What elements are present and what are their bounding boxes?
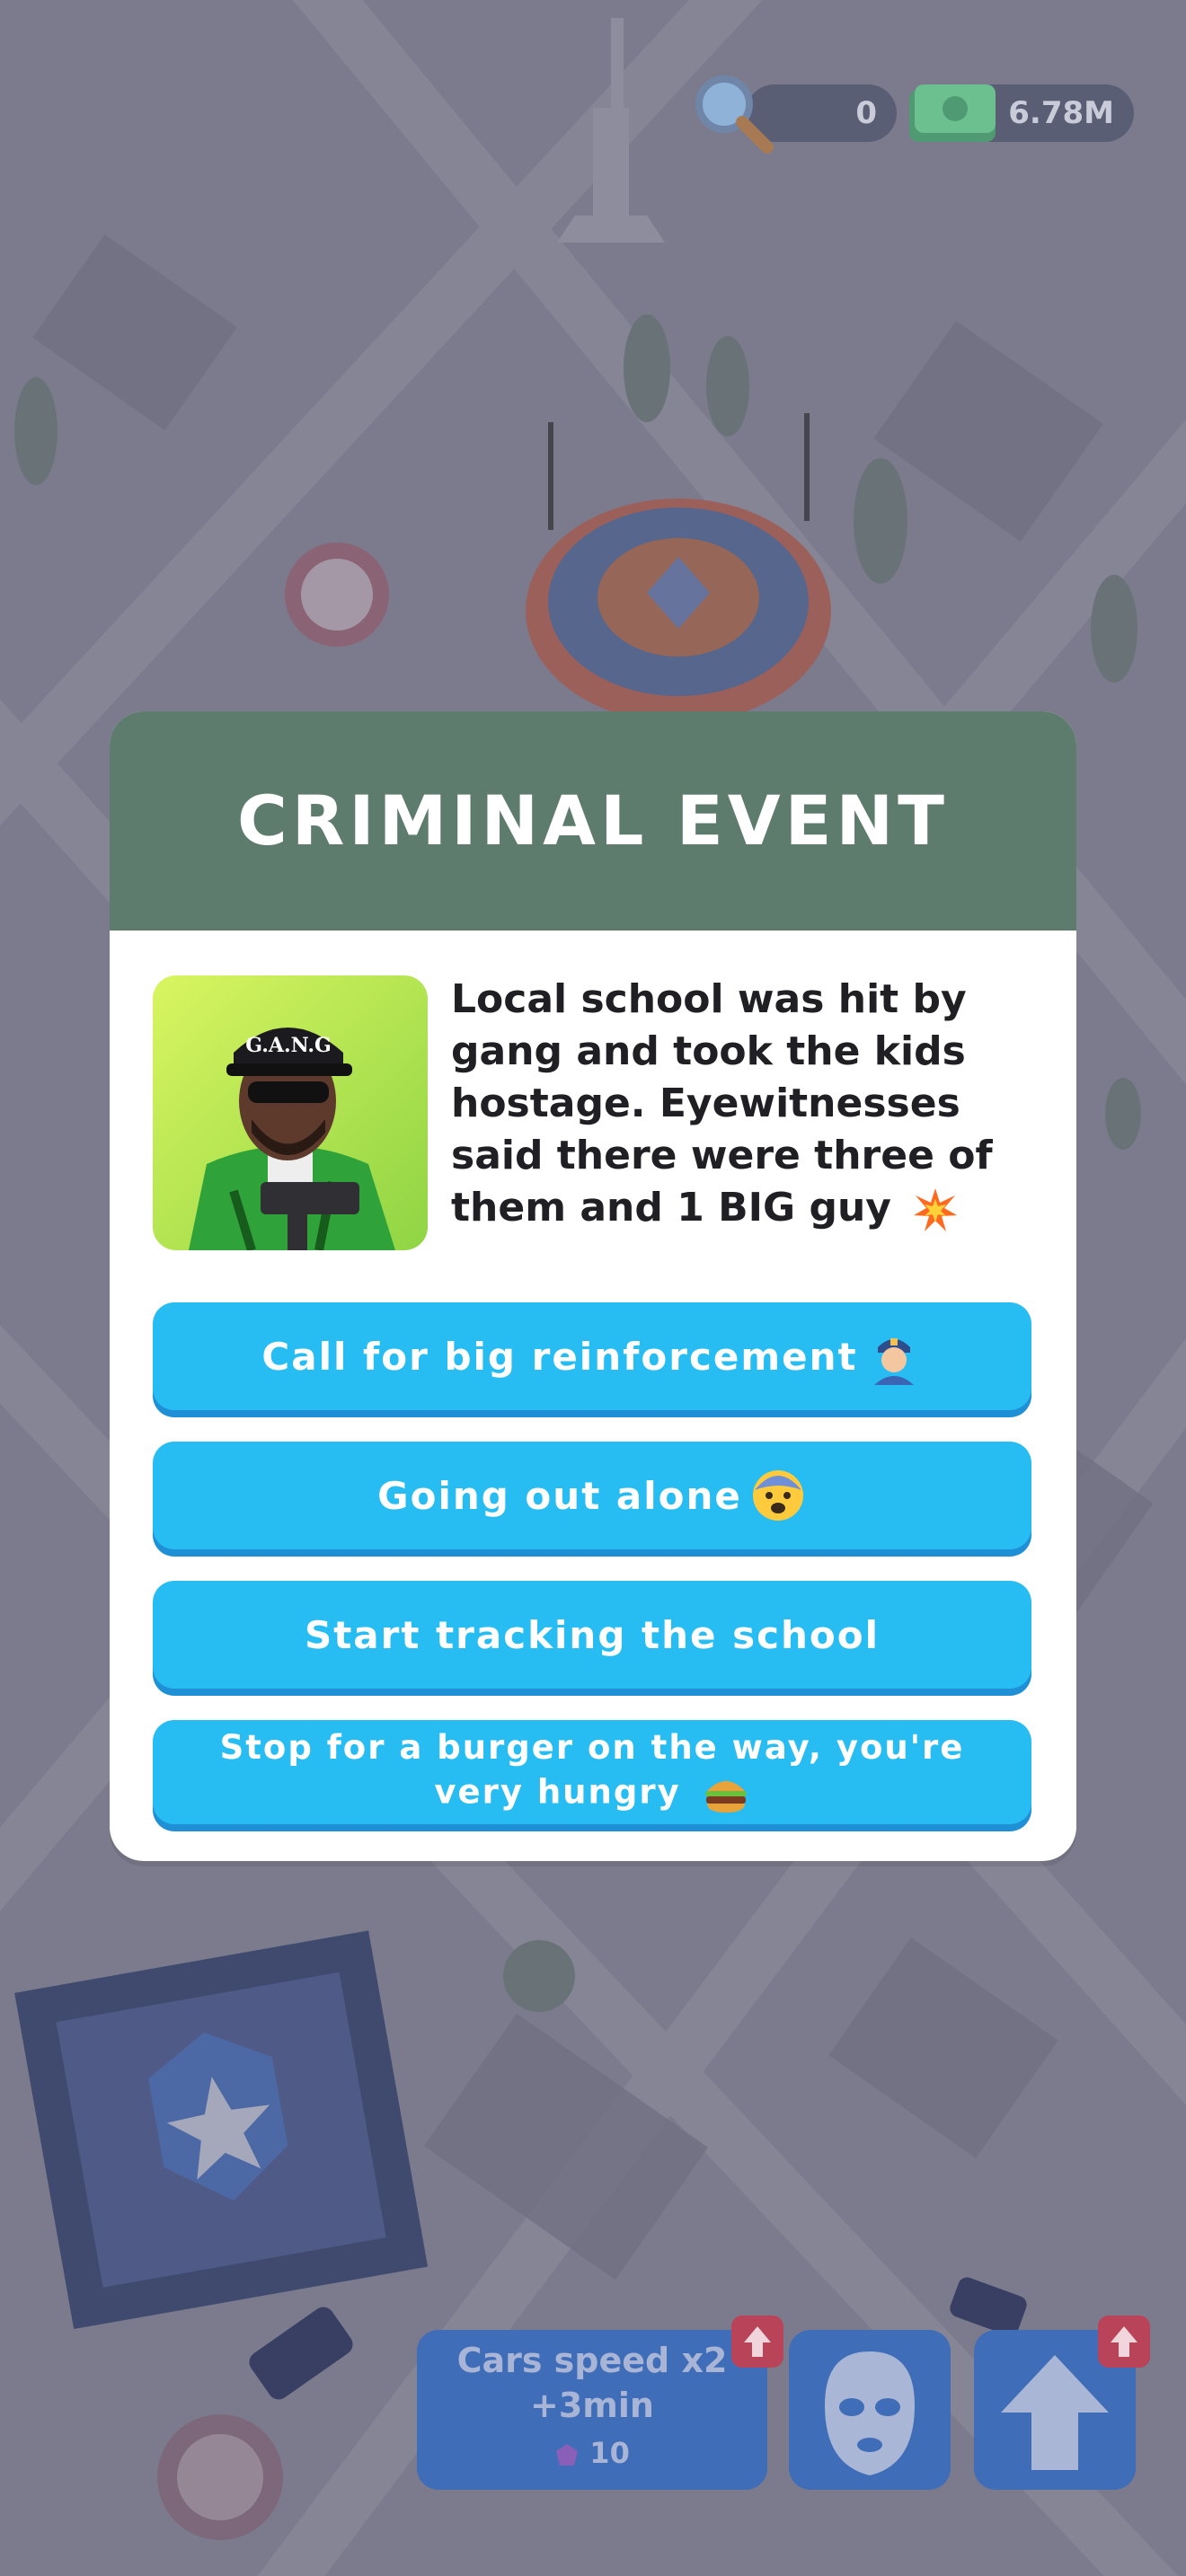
event-description: Local school was hit by gang and took th… [451, 974, 1062, 1234]
ski-mask-icon [825, 2351, 915, 2475]
collision-emoji-icon [914, 1188, 958, 1231]
option-call-reinforcement-button[interactable]: Call for big reinforcement [153, 1302, 1031, 1410]
option-burger-button[interactable]: Stop for a burger on the way, you're ver… [153, 1720, 1031, 1824]
event-description-text: Local school was hit by gang and took th… [451, 976, 993, 1231]
dialog-title: CRIMINAL EVENT [237, 781, 949, 860]
upgrade-badge [1098, 2316, 1150, 2368]
criminal-event-dialog: CRIMINAL EVENT G.A.N.G Local school was … [110, 711, 1076, 1861]
boost-cost-value: 10 [589, 2436, 630, 2470]
search-counter-value: 0 [855, 95, 877, 131]
criminal-mask-button[interactable] [789, 2330, 951, 2490]
gem-icon [556, 2444, 579, 2466]
police-officer-emoji-icon [873, 1338, 914, 1385]
fearful-face-emoji-icon [752, 1470, 803, 1521]
boost-upgrade-badge [731, 2316, 783, 2368]
option-4-label: Stop for a burger on the way, you're ver… [219, 1728, 965, 1812]
boost-title: Cars speed x2 [456, 2341, 728, 2380]
option-go-alone-button[interactable]: Going out alone [153, 1442, 1031, 1549]
boost-duration: +3min [530, 2386, 654, 2425]
cash-stack-icon [909, 84, 996, 142]
option-2-label: Going out alone [377, 1473, 742, 1518]
option-3-label: Start tracking the school [304, 1612, 880, 1657]
cap-text: G.A.N.G [245, 1034, 332, 1057]
dialog-header: CRIMINAL EVENT [110, 711, 1076, 931]
money-value: 6.78M [1008, 95, 1114, 131]
magnifier-icon[interactable] [688, 68, 778, 158]
cars-speed-boost-button[interactable]: Cars speed x2 +3min 10 [417, 2330, 767, 2490]
option-track-school-button[interactable]: Start tracking the school [153, 1581, 1031, 1689]
burger-emoji-icon [704, 1781, 747, 1813]
option-1-label: Call for big reinforcement [261, 1334, 858, 1379]
gang-member-portrait: G.A.N.G [153, 975, 428, 1250]
